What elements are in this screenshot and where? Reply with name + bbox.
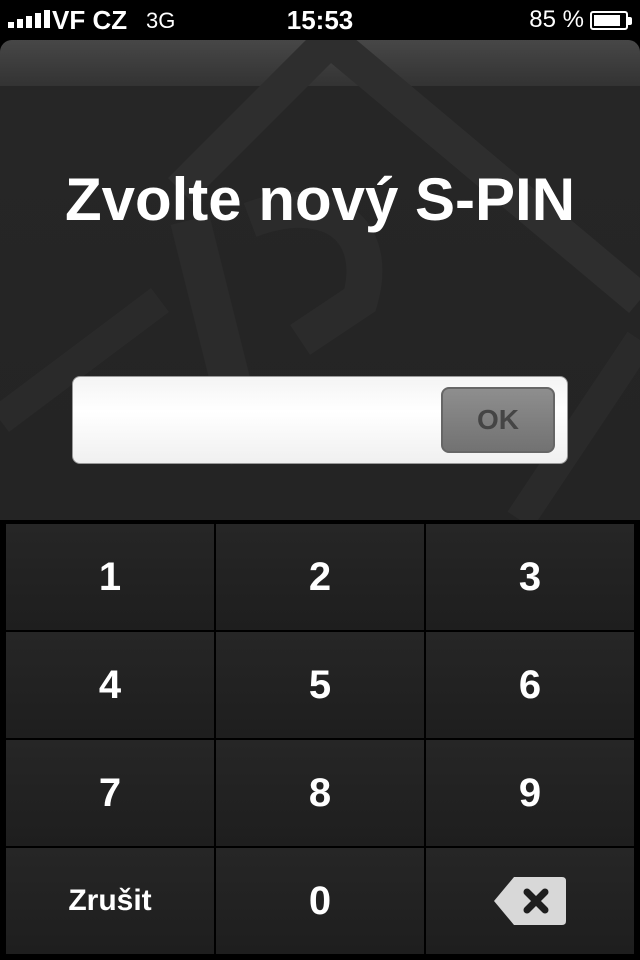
ok-button[interactable]: OK — [441, 387, 555, 453]
key-7[interactable]: 7 — [6, 740, 214, 846]
key-9[interactable]: 9 — [426, 740, 634, 846]
battery-percent: 85 % — [529, 6, 584, 33]
backspace-button[interactable] — [426, 848, 634, 954]
key-0[interactable]: 0 — [216, 848, 424, 954]
numeric-keypad: 1 2 3 4 5 6 7 8 9 Zrušit 0 — [0, 520, 640, 960]
backspace-icon — [494, 877, 566, 925]
key-4[interactable]: 4 — [6, 632, 214, 738]
pin-dialog: Zvolte nový S-PIN OK — [0, 40, 640, 520]
key-3[interactable]: 3 — [426, 524, 634, 630]
key-2[interactable]: 2 — [216, 524, 424, 630]
battery-fill — [594, 15, 620, 26]
key-8[interactable]: 8 — [216, 740, 424, 846]
pin-entry-box: OK — [72, 376, 568, 464]
pin-input[interactable] — [81, 385, 431, 455]
key-6[interactable]: 6 — [426, 632, 634, 738]
dialog-title: Zvolte nový S-PIN — [64, 166, 576, 233]
battery-icon — [590, 11, 632, 30]
key-1[interactable]: 1 — [6, 524, 214, 630]
status-bar: VF CZ 3G 15:53 85 % — [0, 0, 640, 40]
key-5[interactable]: 5 — [216, 632, 424, 738]
cancel-button[interactable]: Zrušit — [6, 848, 214, 954]
